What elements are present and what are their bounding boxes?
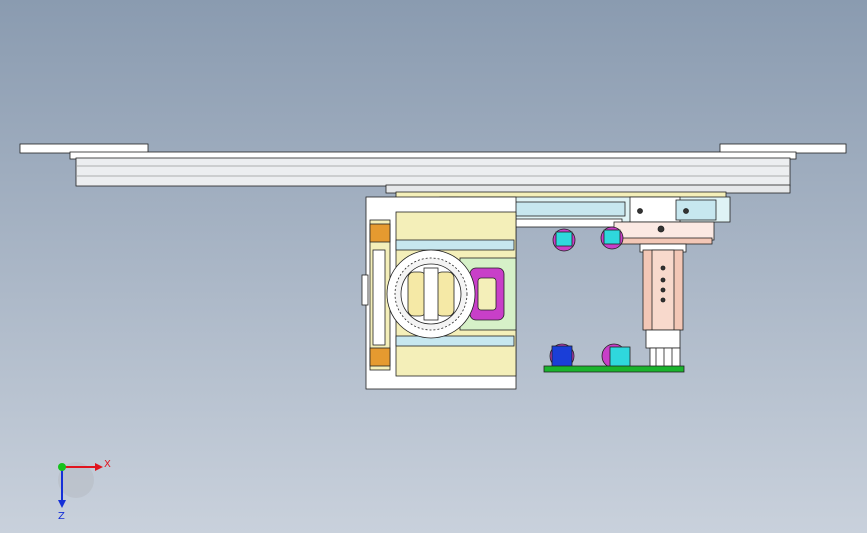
roller-left [407, 271, 427, 317]
x-axis-label: X [104, 459, 111, 470]
roller-right [435, 271, 455, 317]
actuator-carriage [613, 221, 715, 241]
clamp-bottom [369, 347, 391, 367]
cad-viewport[interactable]: X Z [0, 0, 867, 533]
blue-block [551, 345, 573, 369]
assembly-drawing: X Z [0, 0, 867, 533]
z-axis-label: Z [58, 511, 65, 522]
clamp-top [369, 223, 391, 243]
main-rail [75, 157, 791, 187]
green-base [543, 365, 685, 373]
rotary-ring [386, 249, 476, 339]
